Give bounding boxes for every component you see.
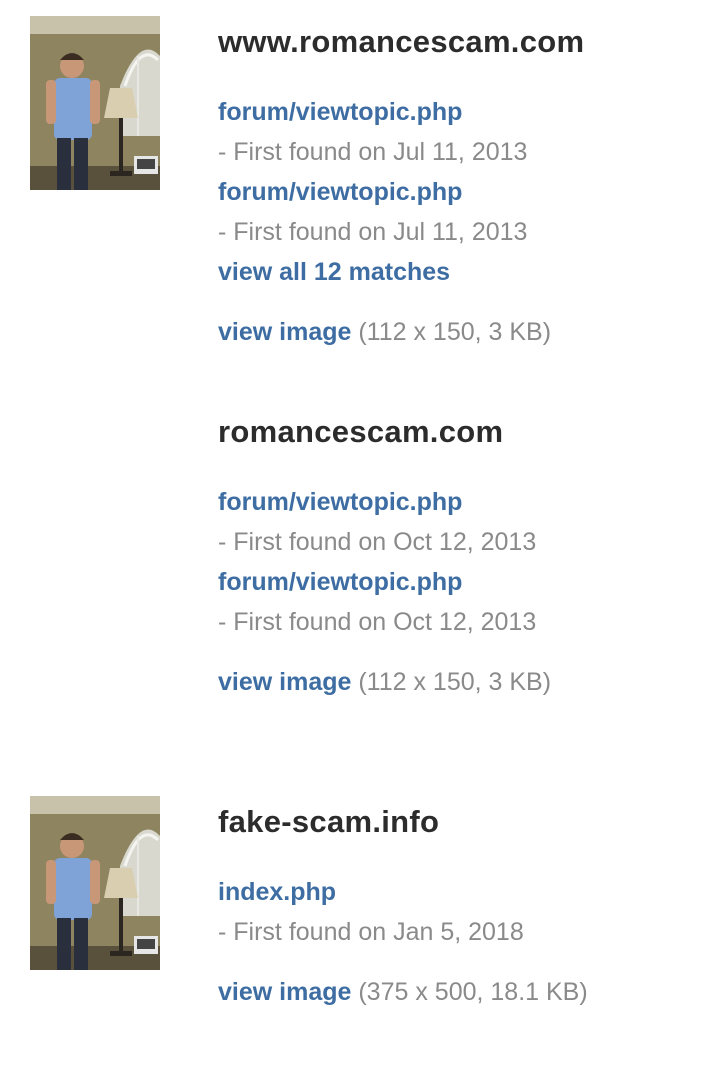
result-thumbnail-image[interactable] bbox=[30, 796, 160, 970]
match-date: - First found on Jul 11, 2013 bbox=[218, 218, 528, 246]
person-photo-thumbnail-icon bbox=[30, 16, 160, 190]
result-domain: fake-scam.info bbox=[218, 804, 440, 839]
view-image-link[interactable]: view image bbox=[218, 318, 351, 346]
match-date: - First found on Oct 12, 2013 bbox=[218, 608, 537, 636]
view-image-row: view image (112 x 150, 3 KB) bbox=[218, 662, 708, 702]
match-date: - First found on Jul 11, 2013 bbox=[218, 138, 528, 166]
match-list: index.php - First found on Jan 5, 2018 bbox=[218, 872, 708, 952]
match-link[interactable]: index.php bbox=[218, 872, 708, 912]
person-photo-thumbnail-icon bbox=[30, 796, 160, 970]
match-link[interactable]: forum/viewtopic.php bbox=[218, 92, 708, 132]
view-image-row: view image (375 x 500, 18.1 KB) bbox=[218, 972, 708, 1012]
match-link[interactable]: forum/viewtopic.php bbox=[218, 562, 708, 602]
match-list: forum/viewtopic.php - First found on Jul… bbox=[218, 92, 708, 292]
match-list: forum/viewtopic.php - First found on Oct… bbox=[218, 482, 708, 642]
view-image-link[interactable]: view image bbox=[218, 978, 351, 1006]
view-image-row: view image (112 x 150, 3 KB) bbox=[218, 312, 708, 352]
result-info: fake-scam.info index.php - First found o… bbox=[218, 802, 708, 1012]
image-size-meta: (112 x 150, 3 KB) bbox=[358, 318, 552, 346]
result-thumbnail-image[interactable] bbox=[30, 16, 160, 190]
view-image-link[interactable]: view image bbox=[218, 668, 351, 696]
image-size-meta: (375 x 500, 18.1 KB) bbox=[358, 978, 588, 1006]
result-domain: romancescam.com bbox=[218, 414, 504, 449]
result-domain: www.romancescam.com bbox=[218, 24, 585, 59]
image-size-meta: (112 x 150, 3 KB) bbox=[358, 668, 552, 696]
view-all-matches-link[interactable]: view all 12 matches bbox=[218, 252, 708, 292]
match-link[interactable]: forum/viewtopic.php bbox=[218, 172, 708, 212]
result-info: romancescam.com forum/viewtopic.php - Fi… bbox=[218, 412, 708, 702]
match-link[interactable]: forum/viewtopic.php bbox=[218, 482, 708, 522]
result-info: www.romancescam.com forum/viewtopic.php … bbox=[218, 22, 708, 352]
match-date: - First found on Oct 12, 2013 bbox=[218, 528, 537, 556]
match-date: - First found on Jan 5, 2018 bbox=[218, 918, 524, 946]
